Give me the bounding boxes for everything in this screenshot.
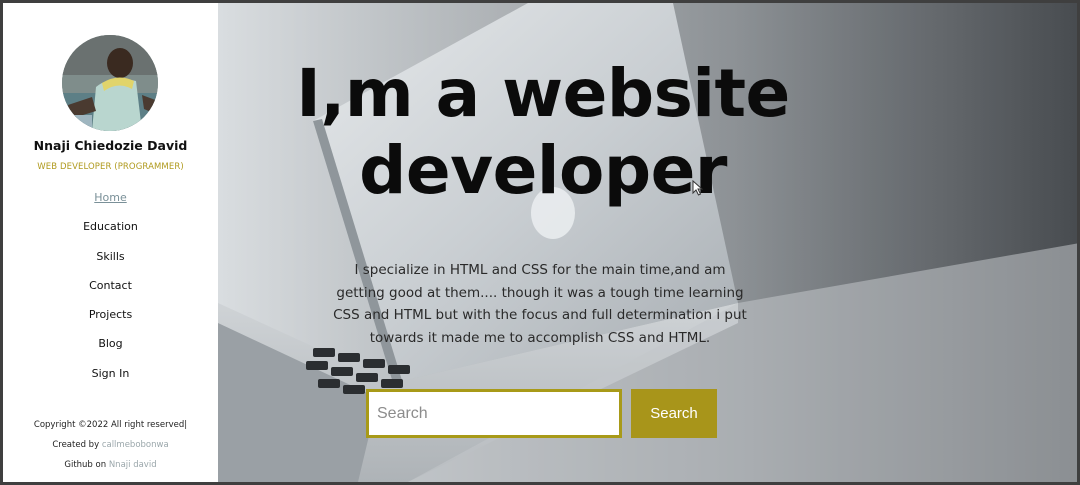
sidebar-footer: Copyright ©2022 All right reserved| Crea… [3,418,218,478]
created-by-link[interactable]: callmebobonwa [102,440,169,450]
profile-name: Nnaji Chiedozie David [33,138,188,153]
profile-role: WEB DEVELOPER (PROGRAMMER) [37,162,184,172]
nav-blog[interactable]: Blog [3,335,218,364]
sidebar-nav: Home Education Skills Contact Projects B… [3,189,218,394]
github-link[interactable]: Nnaji david [109,460,157,470]
hero-title: I,m a website developer [296,55,790,209]
created-by-line: Created by callmebobonwa [3,438,218,458]
nav-contact[interactable]: Contact [3,277,218,306]
hero-description: I specialize in HTML and CSS for the mai… [333,262,747,346]
github-line: Github on Nnaji david [3,458,218,478]
mouse-pointer-icon [692,180,704,196]
browser-frame: Nnaji Chiedozie David WEB DEVELOPER (PRO… [0,0,1080,485]
search-input[interactable] [366,389,622,438]
github-label: Github on [64,460,107,470]
hero-section: I,m a website developer I specialize in … [218,3,1077,482]
nav-projects[interactable]: Projects [3,306,218,335]
copyright-text: Copyright ©2022 All right reserved| [33,420,188,430]
search-button[interactable]: Search [631,389,717,438]
nav-skills[interactable]: Skills [3,248,218,277]
created-by-label: Created by [52,440,100,450]
sidebar: Nnaji Chiedozie David WEB DEVELOPER (PRO… [3,3,218,482]
nav-education[interactable]: Education [3,218,218,247]
avatar [62,35,158,131]
nav-home[interactable]: Home [3,189,218,218]
nav-sign-in[interactable]: Sign In [3,365,218,394]
